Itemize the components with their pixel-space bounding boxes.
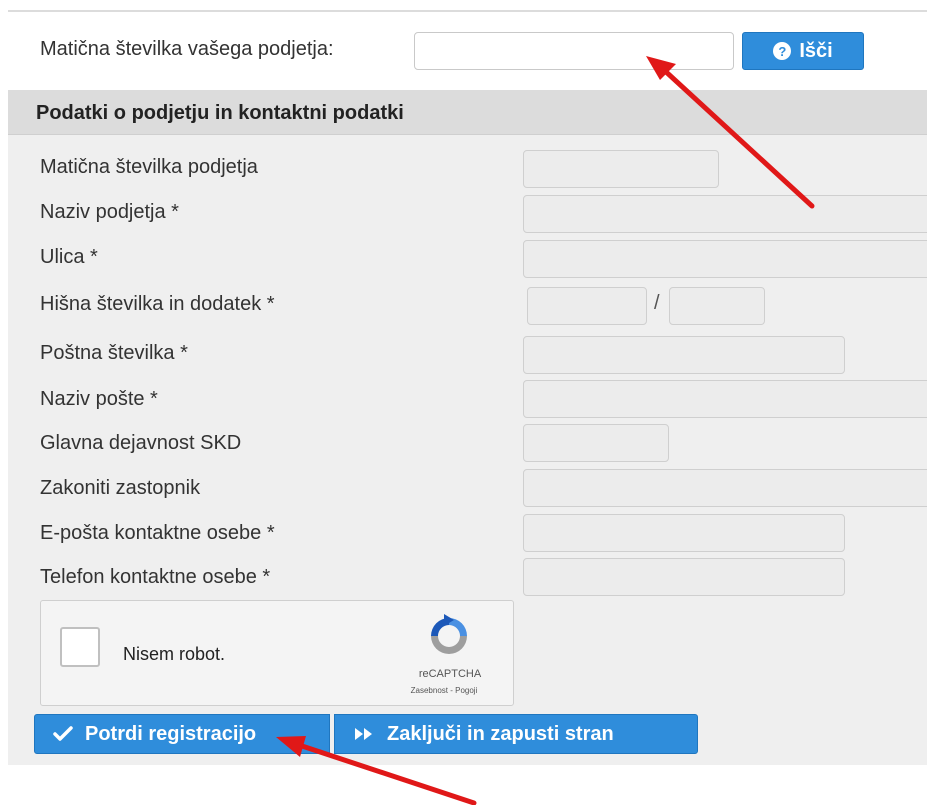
question-circle-icon: ? (773, 42, 792, 60)
postal-code-label: Poštna številka * (40, 342, 188, 364)
house-number-label: Hišna številka in dodatek * (40, 293, 275, 315)
street-field[interactable] (523, 240, 927, 278)
contact-email-label: E-pošta kontaktne osebe * (40, 522, 275, 544)
company-id-search-input[interactable] (414, 32, 734, 70)
contact-phone-label: Telefon kontaktne osebe * (40, 566, 271, 588)
contact-phone-field[interactable] (523, 558, 845, 596)
finish-and-leave-label: Zaključi in zapusti stran (387, 722, 614, 745)
search-button[interactable]: ? Išči (742, 32, 864, 70)
legal-representative-field[interactable] (523, 469, 927, 507)
recaptcha-privacy-terms[interactable]: Zasebnost - Pogoji (384, 686, 504, 695)
company-id-field (523, 150, 719, 188)
panel-header: Podatki o podjetju in kontaktni podatki (8, 90, 927, 135)
finish-and-leave-button[interactable]: Zaključi in zapusti stran (334, 714, 698, 754)
top-divider (8, 10, 927, 12)
recaptcha-logo-icon (431, 614, 467, 654)
main-activity-field (523, 424, 669, 462)
recaptcha-label: Nisem robot. (123, 644, 226, 664)
company-name-label: Naziv podjetja * (40, 201, 179, 223)
house-number-separator: / (654, 292, 660, 314)
recaptcha-brand: reCAPTCHA (418, 668, 482, 680)
company-name-field[interactable] (523, 195, 927, 233)
legal-representative-label: Zakoniti zastopnik (40, 477, 201, 499)
contact-email-field[interactable] (523, 514, 845, 552)
confirm-registration-label: Potrdi registracijo (85, 722, 257, 745)
recaptcha-checkbox[interactable] (60, 627, 100, 667)
main-activity-label: Glavna dejavnost SKD (40, 432, 242, 454)
fast-forward-icon (355, 728, 372, 740)
checkmark-icon (53, 726, 73, 741)
panel-title: Podatki o podjetju in kontaktni podatki (36, 102, 404, 124)
street-label: Ulica * (40, 246, 98, 268)
house-number-field[interactable] (527, 287, 647, 325)
company-id-label: Matična številka podjetja (40, 156, 258, 178)
post-office-field[interactable] (523, 380, 927, 418)
house-number-addition-field[interactable] (669, 287, 765, 325)
search-button-label: Išči (799, 39, 833, 62)
company-id-search-label: Matična številka vašega podjetja: (40, 38, 334, 60)
confirm-registration-button[interactable]: Potrdi registracijo (34, 714, 330, 754)
postal-code-field[interactable] (523, 336, 845, 374)
post-office-label: Naziv pošte * (40, 388, 158, 410)
